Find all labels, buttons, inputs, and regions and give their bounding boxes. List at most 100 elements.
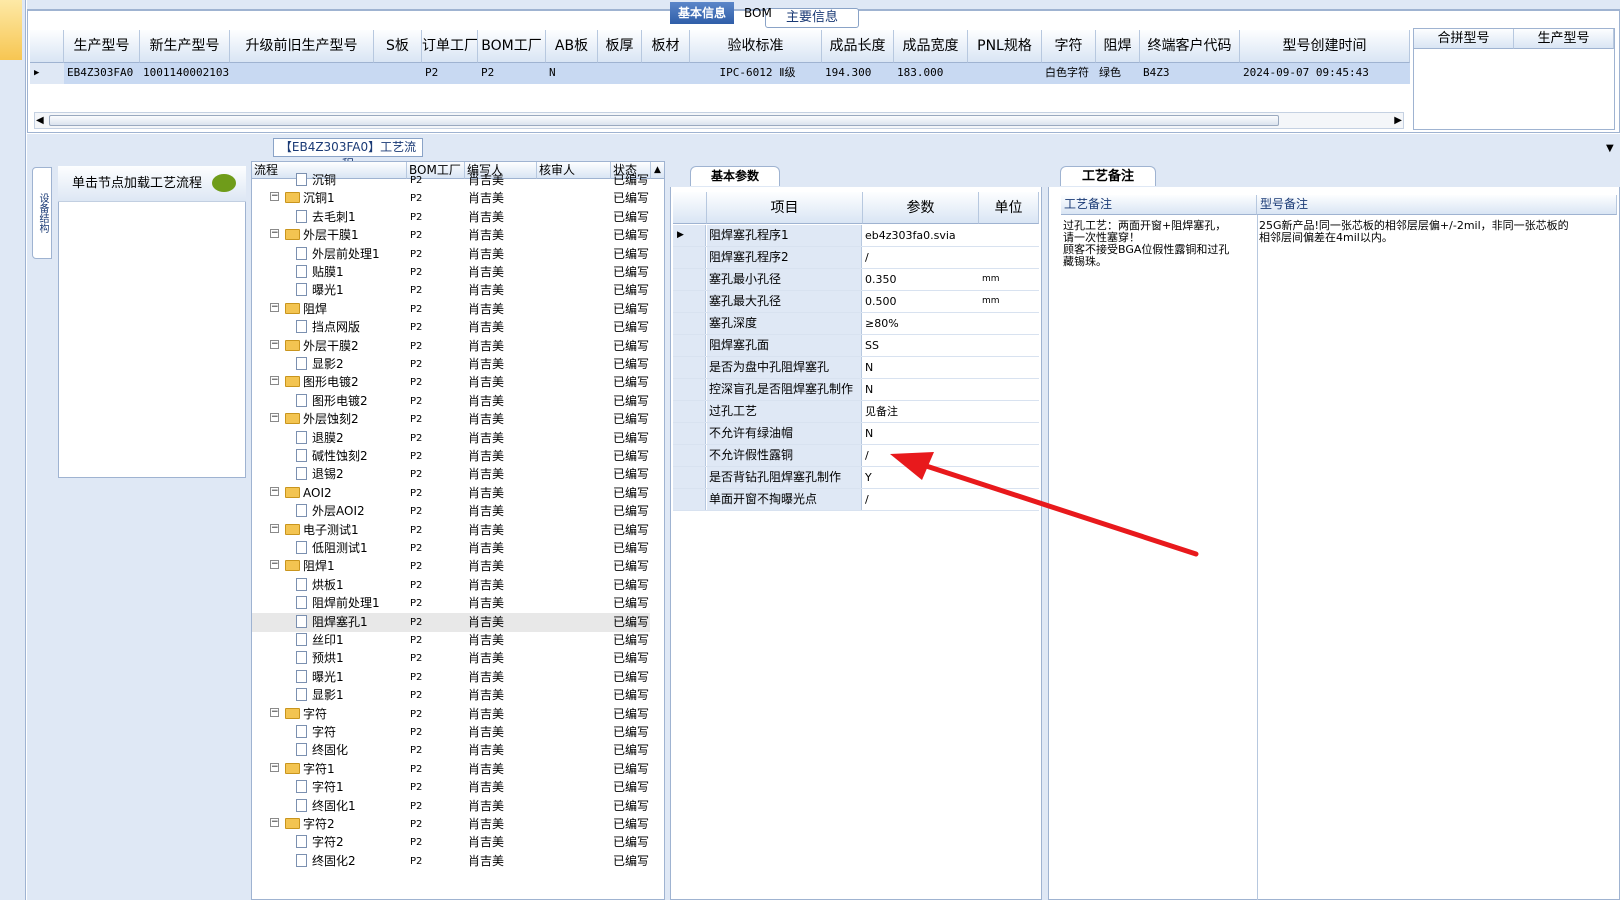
main-col-header[interactable]: AB板 [546, 30, 598, 63]
tree-row-folder[interactable]: − 字符1 P2 肖吉美 已编写 [252, 760, 650, 779]
tree-row-step[interactable]: 退锡2 P2 肖吉美 已编写 [252, 465, 650, 484]
tree-node[interactable]: − 外层干膜2 [270, 337, 405, 356]
load-flow-button[interactable]: 单击节点加载工艺流程 [58, 166, 246, 202]
tree-node[interactable]: 退锡2 [296, 465, 406, 484]
tree-row-step[interactable]: 阻焊塞孔1 P2 肖吉美 已编写 [252, 612, 650, 632]
params-row[interactable]: 塞孔最小孔径 0.350 mm [673, 269, 1039, 291]
main-cell[interactable]: 2024-09-07 09:45:43 [1240, 63, 1410, 84]
main-col-header[interactable]: 验收标准 [690, 30, 822, 63]
tree-node[interactable]: 贴膜1 [296, 263, 406, 282]
main-col-header[interactable]: 型号创建时间 [1240, 30, 1410, 63]
tree-node[interactable]: − 字符2 [270, 815, 405, 834]
param-value[interactable]: N [863, 423, 979, 444]
collapse-toggle-icon[interactable]: − [270, 413, 279, 423]
main-col-header[interactable]: 成品长度 [822, 30, 894, 63]
tree-node[interactable]: 外层前处理1 [296, 245, 406, 264]
tree-row-folder[interactable]: − 沉铜1 P2 肖吉美 已编写 [252, 189, 650, 208]
tree-row-folder[interactable]: − 电子测试1 P2 肖吉美 已编写 [252, 521, 650, 540]
tree-row-step[interactable]: 挡点网版 P2 肖吉美 已编写 [252, 318, 650, 337]
main-cell[interactable] [968, 63, 1042, 84]
process-note-text[interactable]: 过孔工艺：两面开窗+阻焊塞孔， 请一次性塞穿！ 顾客不接受BGA位假性露铜和过孔… [1063, 220, 1229, 268]
tree-row-step[interactable]: 曝光1 P2 肖吉美 已编写 [252, 281, 650, 300]
tree-node[interactable]: 显影1 [296, 686, 406, 705]
main-col-header[interactable]: 生产型号 [64, 30, 140, 63]
tree-node[interactable]: 终固化 [296, 741, 406, 760]
collapse-toggle-icon[interactable]: − [270, 560, 279, 570]
horizontal-scrollbar[interactable]: ◀ ▶ [34, 112, 1404, 129]
tree-node[interactable]: − 外层蚀刻2 [270, 410, 405, 429]
main-col-header[interactable]: 板材 [642, 30, 690, 63]
params-row[interactable]: 过孔工艺 见备注 [673, 401, 1039, 423]
params-row[interactable]: 控深盲孔是否阻焊塞孔制作 N [673, 379, 1039, 401]
tree-row-step[interactable]: 碱性蚀刻2 P2 肖吉美 已编写 [252, 447, 650, 466]
row-indicator-icon[interactable]: ▶ [30, 63, 64, 84]
collapse-toggle-icon[interactable]: − [270, 762, 279, 772]
tree-row-folder[interactable]: − 外层干膜1 P2 肖吉美 已编写 [252, 226, 650, 245]
tree-row-step[interactable]: 低阻测试1 P2 肖吉美 已编写 [252, 539, 650, 558]
param-value[interactable]: N [863, 357, 979, 378]
side-tab-structure[interactable]: 设备结构 [32, 167, 52, 259]
tree-node[interactable]: 丝印1 [296, 631, 406, 650]
main-cell[interactable]: P2 [478, 63, 546, 84]
tree-row-folder[interactable]: − 字符2 P2 肖吉美 已编写 [252, 815, 650, 834]
tree-row-folder[interactable]: − AOI2 P2 肖吉美 已编写 [252, 484, 650, 503]
param-value[interactable]: eb4z303fa0.svia [863, 225, 979, 246]
main-cell[interactable]: P2 [422, 63, 478, 84]
tree-row-folder[interactable]: − 外层蚀刻2 P2 肖吉美 已编写 [252, 410, 650, 429]
scroll-left-icon[interactable]: ◀ [36, 113, 44, 128]
param-value[interactable]: SS [863, 335, 979, 356]
tree-row-step[interactable]: 字符1 P2 肖吉美 已编写 [252, 778, 650, 797]
main-col-header[interactable]: 订单工厂 [422, 30, 478, 63]
param-value[interactable]: 0.500 [863, 291, 979, 312]
params-row[interactable]: 塞孔最大孔径 0.500 mm [673, 291, 1039, 313]
main-cell[interactable]: 10011400021031 [140, 63, 230, 84]
param-value[interactable]: ≥80% [863, 313, 979, 334]
tree-row-step[interactable]: 贴膜1 P2 肖吉美 已编写 [252, 263, 650, 282]
params-col-header[interactable]: 单位 [979, 192, 1039, 224]
collapse-toggle-icon[interactable]: − [270, 707, 279, 717]
params-row[interactable]: 塞孔深度 ≥80% [673, 313, 1039, 335]
params-row[interactable]: 是否为盘中孔阻焊塞孔 N [673, 357, 1039, 379]
tree-row-step[interactable]: 退膜2 P2 肖吉美 已编写 [252, 429, 650, 448]
main-col-header[interactable]: 阻焊 [1096, 30, 1140, 63]
tree-row-folder[interactable]: − 外层干膜2 P2 肖吉美 已编写 [252, 337, 650, 356]
tree-node[interactable]: 终固化1 [296, 797, 406, 816]
tree-node[interactable]: − 阻焊1 [270, 557, 405, 576]
tree-node[interactable]: 字符1 [296, 778, 406, 797]
tree-row-step[interactable]: 外层AOI2 P2 肖吉美 已编写 [252, 502, 650, 521]
main-col-header[interactable]: 终端客户代码 [1140, 30, 1240, 63]
params-row[interactable]: 阻焊塞孔面 SS [673, 335, 1039, 357]
main-col-header[interactable]: 板厚 [598, 30, 642, 63]
main-cell[interactable] [374, 63, 422, 84]
tree-row-step[interactable]: 去毛刺1 P2 肖吉美 已编写 [252, 208, 650, 227]
scroll-up-icon[interactable]: ▲ [651, 162, 664, 179]
collapse-toggle-icon[interactable]: − [270, 486, 279, 496]
main-cell[interactable] [598, 63, 642, 84]
main-cell[interactable] [642, 63, 690, 84]
main-cell[interactable] [230, 63, 374, 84]
tree-row-step[interactable]: 终固化 P2 肖吉美 已编写 [252, 741, 650, 760]
tree-node[interactable]: 烘板1 [296, 576, 406, 595]
params-row[interactable]: 阻焊塞孔程序2/ [673, 247, 1039, 269]
tree-row-step[interactable]: 沉铜 P2 肖吉美 已编写 [252, 171, 650, 190]
tree-row-step[interactable]: 显影1 P2 肖吉美 已编写 [252, 686, 650, 705]
main-cell[interactable]: 194.300 [822, 63, 894, 84]
main-col-header[interactable]: PNL规格 [968, 30, 1042, 63]
main-cell[interactable]: 绿色 [1096, 63, 1140, 84]
tree-row-step[interactable]: 烘板1 P2 肖吉美 已编写 [252, 576, 650, 595]
tree-row-step[interactable]: 外层前处理1 P2 肖吉美 已编写 [252, 245, 650, 264]
tree-node[interactable]: 沉铜 [296, 171, 406, 190]
tree-row-step[interactable]: 图形电镀2 P2 肖吉美 已编写 [252, 392, 650, 411]
tree-row-step[interactable]: 终固化2 P2 肖吉美 已编写 [252, 852, 650, 871]
tree-node[interactable]: − 字符1 [270, 760, 405, 779]
tree-row-step[interactable]: 丝印1 P2 肖吉美 已编写 [252, 631, 650, 650]
main-col-header[interactable]: 成品宽度 [894, 30, 968, 63]
main-cell[interactable]: IPC-6012 Ⅱ级 [690, 63, 822, 84]
tree-node[interactable]: 挡点网版 [296, 318, 406, 337]
main-cell[interactable]: 183.000 [894, 63, 968, 84]
tree-node[interactable]: 字符 [296, 723, 406, 742]
tab-dropdown-icon[interactable]: ▼ [1606, 143, 1614, 154]
tree-node[interactable]: 去毛刺1 [296, 208, 406, 227]
main-cell[interactable]: EB4Z303FA0 [64, 63, 140, 84]
model-note-text[interactable]: 25G新产品!同一张芯板的相邻层层偏+/-2mil，非同一张芯板的 相邻层间偏差… [1259, 220, 1569, 244]
